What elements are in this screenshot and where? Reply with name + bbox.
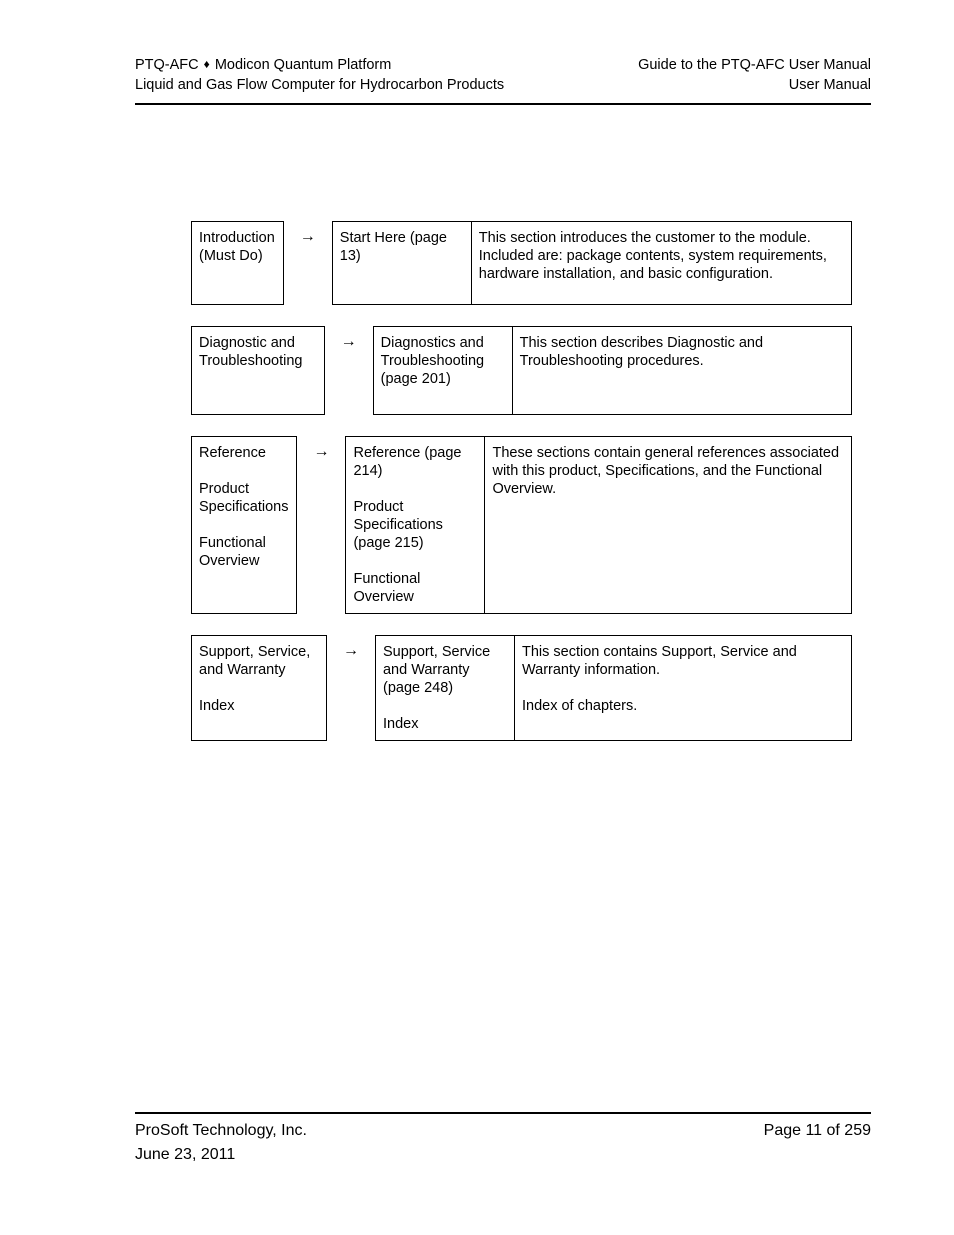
header-platform-name: Modicon Quantum Platform bbox=[214, 57, 392, 73]
guide-row-3-detail-group: Reference (page 214) Product Specificati… bbox=[345, 436, 852, 614]
header-right-line-1: Guide to the PTQ-AFC User Manual bbox=[638, 57, 871, 73]
guide-row-2-detail-group: Diagnostics and Troubleshooting (page 20… bbox=[372, 326, 852, 415]
guide-row-4-description-cell: This section contains Support, Service a… bbox=[515, 636, 851, 740]
guide-row-2-section-line-1: Diagnostic and bbox=[199, 335, 295, 351]
guide-row-1-reference-link[interactable]: Start Here (page 13) bbox=[340, 229, 465, 265]
guide-row-2-reference-cell: Diagnostics and Troubleshooting (page 20… bbox=[374, 327, 513, 414]
header-product-name: PTQ-AFC bbox=[135, 57, 199, 73]
user-manual-guide-table: Introduction (Must Do) → Start Here (pag… bbox=[191, 221, 852, 741]
guide-row-3-section-cell: Reference Product Specifications Functio… bbox=[191, 436, 298, 614]
table-row: Diagnostic and Troubleshooting → Diagnos… bbox=[191, 326, 852, 415]
table-row: Reference Product Specifications Functio… bbox=[191, 436, 852, 614]
guide-row-1-section-line-2: (Must Do) bbox=[199, 248, 263, 264]
guide-row-4-section-line-2: Index bbox=[199, 698, 235, 714]
header-left-line-1: PTQ-AFC ♦ Modicon Quantum Platform bbox=[135, 55, 391, 75]
guide-row-1-section-line-1: Introduction bbox=[199, 230, 275, 246]
guide-row-3-description-text: These sections contain general reference… bbox=[492, 445, 840, 497]
header-divider-rule bbox=[135, 103, 871, 105]
footer-company-name: ProSoft Technology, Inc. bbox=[135, 1122, 307, 1139]
guide-row-3-reference-link-1[interactable]: Reference (page 214) bbox=[353, 444, 478, 480]
arrow-right-icon: → bbox=[313, 443, 330, 460]
header-line-1: PTQ-AFC ♦ Modicon Quantum Platform Guide… bbox=[135, 55, 871, 75]
guide-row-2-section-cell: Diagnostic and Troubleshooting bbox=[191, 326, 325, 415]
header-line-2: Liquid and Gas Flow Computer for Hydroca… bbox=[135, 75, 871, 95]
guide-row-3-reference-link-2[interactable]: Product Specifications (page 215) bbox=[353, 498, 478, 552]
guide-row-4-section-line-1: Support, Service, and Warranty bbox=[199, 644, 311, 678]
table-row: Support, Service, and Warranty Index → S… bbox=[191, 635, 852, 741]
footer-divider-rule bbox=[135, 1112, 871, 1114]
header-left-line-2: Liquid and Gas Flow Computer for Hydroca… bbox=[135, 77, 505, 93]
guide-row-3-section-line-3: Functional Overview bbox=[199, 535, 266, 569]
guide-row-1-section-cell: Introduction (Must Do) bbox=[191, 221, 284, 305]
footer-line-1: ProSoft Technology, Inc. Page 11 of 259 bbox=[135, 1119, 871, 1143]
guide-row-4-reference-link-2[interactable]: Index bbox=[383, 715, 508, 733]
guide-row-1-description-text: This section introduces the customer to … bbox=[478, 230, 827, 282]
table-row: Introduction (Must Do) → Start Here (pag… bbox=[191, 221, 852, 305]
guide-row-1-reference-cell: Start Here (page 13) bbox=[333, 222, 472, 304]
footer-page-number: Page 11 of 259 bbox=[763, 1122, 871, 1139]
diamond-separator-icon: ♦ bbox=[203, 57, 210, 71]
guide-row-3-description-cell: These sections contain general reference… bbox=[485, 437, 851, 613]
arrow-right-icon: → bbox=[342, 642, 359, 659]
guide-row-2-description-text: This section describes Diagnostic and Tr… bbox=[519, 335, 764, 369]
footer-date: June 23, 2011 bbox=[135, 1146, 236, 1163]
guide-row-4-reference-link-1[interactable]: Support, Service and Warranty (page 248) bbox=[383, 643, 508, 697]
guide-row-4-reference-cell: Support, Service and Warranty (page 248)… bbox=[376, 636, 515, 740]
guide-row-3-reference-cell: Reference (page 214) Product Specificati… bbox=[346, 437, 486, 613]
page-header: PTQ-AFC ♦ Modicon Quantum Platform Guide… bbox=[135, 55, 871, 95]
guide-row-3-section-line-2: Product Specifications bbox=[199, 481, 289, 515]
arrow-right-icon: → bbox=[340, 333, 357, 350]
guide-row-4-section-cell: Support, Service, and Warranty Index bbox=[191, 635, 327, 741]
guide-row-2-reference-link[interactable]: Diagnostics and Troubleshooting (page 20… bbox=[381, 334, 506, 388]
guide-row-3-reference-link-3[interactable]: Functional Overview bbox=[353, 570, 478, 606]
document-page: PTQ-AFC ♦ Modicon Quantum Platform Guide… bbox=[0, 0, 954, 1235]
guide-row-4-description-text-2: Index of chapters. bbox=[521, 698, 638, 714]
guide-row-1-description-cell: This section introduces the customer to … bbox=[472, 222, 851, 304]
guide-row-2-description-cell: This section describes Diagnostic and Tr… bbox=[513, 327, 851, 414]
guide-row-2-section-line-2: Troubleshooting bbox=[199, 353, 303, 369]
guide-row-4-description-text-1: This section contains Support, Service a… bbox=[521, 644, 797, 678]
guide-row-3-section-line-1: Reference bbox=[199, 445, 266, 461]
footer-line-2: June 23, 2011 bbox=[135, 1143, 871, 1167]
arrow-right-icon: → bbox=[299, 228, 316, 245]
guide-row-1-detail-group: Start Here (page 13) This section introd… bbox=[331, 221, 852, 305]
page-footer: ProSoft Technology, Inc. Page 11 of 259 … bbox=[135, 1119, 871, 1167]
guide-row-4-detail-group: Support, Service and Warranty (page 248)… bbox=[374, 635, 852, 741]
header-right-line-2: User Manual bbox=[788, 77, 871, 93]
